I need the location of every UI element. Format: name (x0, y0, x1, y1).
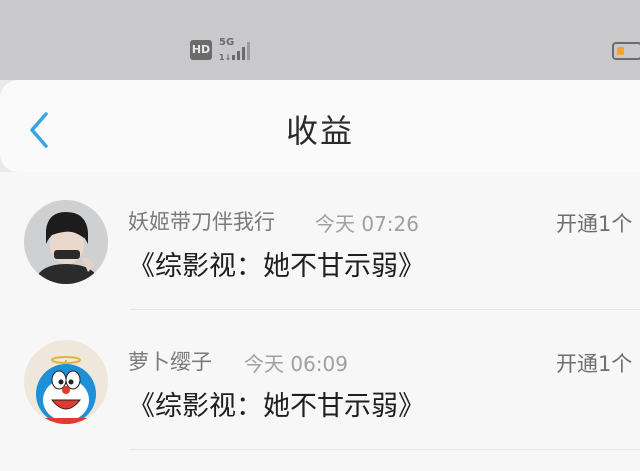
battery-icon (612, 42, 640, 60)
list-item[interactable]: 妖姬带刀伴我行 今天 07:26 开通1个 《综影视：她不甘示弱》 (0, 172, 640, 312)
divider (130, 309, 640, 310)
header: 收益 (0, 80, 640, 172)
action-label: 开通1个 (556, 212, 633, 236)
divider (130, 449, 640, 450)
username: 萝卜缨子 (128, 350, 212, 374)
battery-level-fill (617, 47, 624, 55)
status-bar: HD 5G 1↓ (0, 0, 640, 80)
item-content[interactable]: 《综影视：她不甘示弱》 (128, 244, 425, 283)
page-title: 收益 (285, 112, 354, 150)
list-item[interactable]: 萝卜缨子 今天 06:09 开通1个 《综影视：她不甘示弱》 (0, 312, 640, 452)
signal-icon: 1↓ (219, 42, 250, 62)
svg-text:1↓: 1↓ (219, 53, 231, 62)
item-content[interactable]: 《综影视：她不甘示弱》 (128, 384, 425, 423)
action-label: 开通1个 (556, 352, 633, 376)
hd-icon: HD (190, 40, 212, 60)
avatar[interactable] (24, 200, 108, 284)
username: 妖姬带刀伴我行 (128, 210, 275, 234)
timestamp: 今天 06:09 (244, 352, 348, 376)
timestamp: 今天 07:26 (315, 212, 419, 236)
avatar[interactable] (24, 340, 108, 424)
earnings-feed: 妖姬带刀伴我行 今天 07:26 开通1个 《综影视：她不甘示弱》 萝卜缨子 今… (0, 172, 640, 471)
